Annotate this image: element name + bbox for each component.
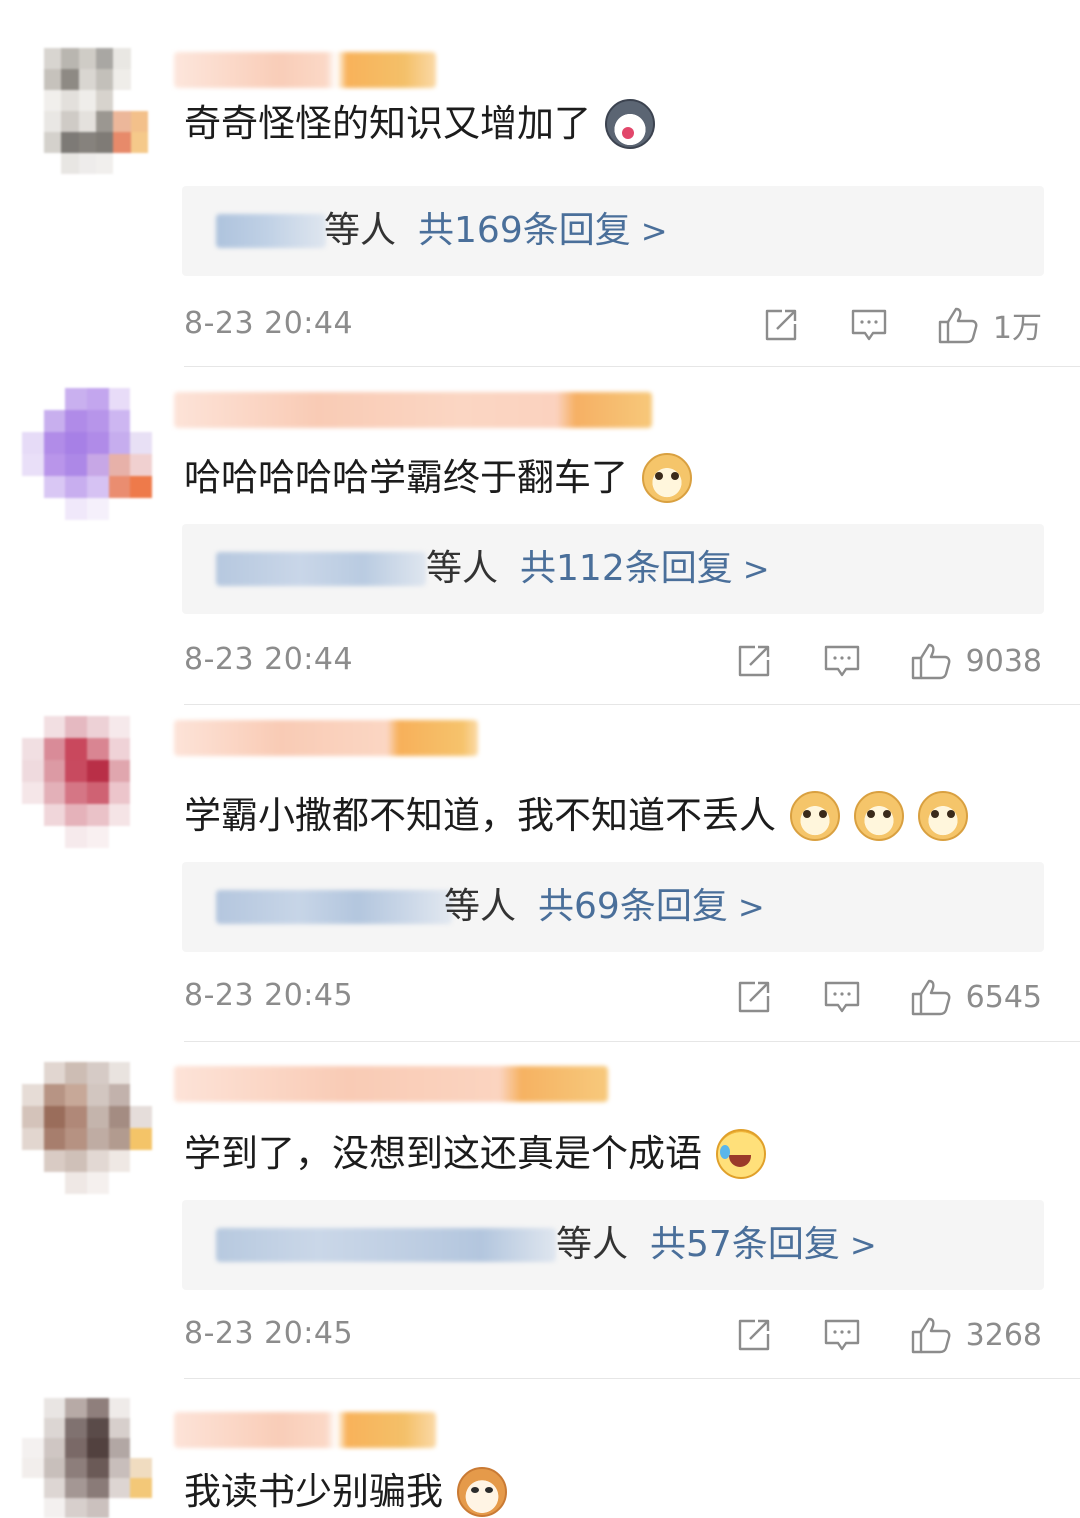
avatar[interactable] bbox=[22, 1398, 152, 1518]
comment-text: 学霸小撒都不知道，我不知道不丢人 bbox=[184, 790, 968, 842]
comment-meta: 8-23 20:45 bbox=[184, 972, 1042, 1022]
comment-icon bbox=[824, 1319, 859, 1351]
timestamp: 8-23 20:45 bbox=[184, 978, 354, 1013]
comment-text: 学到了，没想到这还真是个成语 bbox=[184, 1128, 766, 1180]
chevron-right-icon: > bbox=[849, 1226, 877, 1264]
comment-text: 我读书少别骗我 bbox=[184, 1466, 507, 1518]
timestamp: 8-23 20:45 bbox=[184, 1316, 354, 1351]
comment-body: 我读书少别骗我 bbox=[184, 1470, 443, 1513]
thumbs-up-icon bbox=[911, 979, 951, 1016]
view-replies-link[interactable]: 共69条回复 > bbox=[538, 884, 765, 930]
reply-preview[interactable]: 等人 共57条回复 > bbox=[182, 1200, 1044, 1290]
chevron-right-icon: > bbox=[640, 212, 668, 250]
username-blurred[interactable] bbox=[174, 1066, 608, 1102]
doge-emoji-icon bbox=[790, 791, 840, 841]
username-blurred[interactable] bbox=[174, 1412, 436, 1448]
reply-button[interactable] bbox=[822, 641, 862, 681]
comment-meta: 8-23 20:45 bbox=[184, 1310, 1042, 1360]
like-count: 1万 bbox=[992, 311, 1042, 346]
view-replies-link[interactable]: 共112条回复 > bbox=[520, 546, 770, 592]
avatar[interactable] bbox=[22, 1062, 152, 1194]
like-button[interactable]: 3268 bbox=[910, 1315, 1042, 1355]
like-count: 3268 bbox=[965, 1317, 1042, 1353]
avatar[interactable] bbox=[44, 48, 148, 174]
username-blurred[interactable] bbox=[174, 720, 478, 756]
username-blurred[interactable] bbox=[174, 392, 652, 428]
reply-names-blurred bbox=[216, 214, 326, 248]
divider bbox=[184, 366, 1080, 367]
like-button[interactable]: 6545 bbox=[910, 977, 1042, 1017]
divider bbox=[184, 1378, 1080, 1379]
comment-icon bbox=[824, 981, 859, 1013]
avatar[interactable] bbox=[22, 716, 152, 848]
like-button[interactable]: 1万 bbox=[937, 303, 1042, 347]
reply-preview[interactable]: 等人 共112条回复 > bbox=[182, 524, 1044, 614]
reply-who: 等人 bbox=[556, 1224, 629, 1265]
share-icon bbox=[738, 1319, 769, 1351]
timestamp: 8-23 20:44 bbox=[184, 642, 354, 677]
timestamp: 8-23 20:44 bbox=[184, 306, 354, 341]
share-button[interactable] bbox=[734, 1315, 774, 1355]
view-replies-link[interactable]: 共169条回复 > bbox=[418, 208, 668, 254]
reply-who: 等人 bbox=[324, 210, 397, 251]
comment-meta: 8-23 20:44 bbox=[184, 300, 1042, 350]
comment-text: 哈哈哈哈哈学霸终于翻车了 bbox=[184, 452, 692, 504]
comment-body: 奇奇怪怪的知识又增加了 bbox=[184, 102, 591, 145]
share-icon bbox=[765, 309, 797, 341]
doge-emoji-icon bbox=[854, 791, 904, 841]
thumbs-up-icon bbox=[911, 1317, 951, 1354]
reply-button[interactable] bbox=[849, 305, 889, 345]
reply-names-blurred bbox=[216, 552, 426, 586]
like-count: 9038 bbox=[965, 643, 1042, 679]
share-button[interactable] bbox=[734, 977, 774, 1017]
avatar[interactable] bbox=[22, 388, 152, 520]
chevron-right-icon: > bbox=[737, 888, 765, 926]
like-button[interactable]: 9038 bbox=[910, 641, 1042, 681]
share-icon bbox=[738, 645, 769, 677]
comment-meta: 8-23 20:44 bbox=[184, 636, 1042, 686]
share-icon bbox=[738, 981, 769, 1013]
reply-names-blurred bbox=[216, 890, 452, 924]
chevron-right-icon: > bbox=[742, 550, 770, 588]
username-blurred[interactable] bbox=[174, 52, 436, 88]
doge-emoji-icon bbox=[918, 791, 968, 841]
share-button[interactable] bbox=[734, 641, 774, 681]
laugh-cry-emoji-icon bbox=[716, 1129, 766, 1179]
reply-count: 共112条回复 bbox=[520, 548, 733, 589]
divider bbox=[184, 1041, 1080, 1042]
reply-count: 共69条回复 bbox=[538, 886, 728, 927]
reply-names-blurred bbox=[216, 1228, 556, 1262]
doge-emoji-icon bbox=[642, 453, 692, 503]
reply-preview[interactable]: 等人 共169条回复 > bbox=[182, 186, 1044, 276]
comment-icon bbox=[824, 645, 859, 677]
reply-who: 等人 bbox=[426, 548, 499, 589]
like-count: 6545 bbox=[965, 979, 1042, 1015]
reply-button[interactable] bbox=[822, 1315, 862, 1355]
view-replies-link[interactable]: 共57条回复 > bbox=[650, 1222, 877, 1268]
reply-button[interactable] bbox=[822, 977, 862, 1017]
divider bbox=[184, 704, 1080, 705]
comment-body: 学霸小撒都不知道，我不知道不丢人 bbox=[184, 794, 776, 837]
cat-emoji-icon bbox=[457, 1467, 507, 1517]
comment-body: 哈哈哈哈哈学霸终于翻车了 bbox=[184, 456, 628, 499]
reply-preview[interactable]: 等人 共69条回复 > bbox=[182, 862, 1044, 952]
thumbs-up-icon bbox=[911, 643, 951, 680]
comment-icon bbox=[851, 309, 887, 341]
thumbs-up-icon bbox=[938, 307, 978, 344]
reply-count: 共57条回复 bbox=[650, 1224, 840, 1265]
reply-who: 等人 bbox=[444, 886, 517, 927]
share-button[interactable] bbox=[761, 305, 801, 345]
comment-body: 学到了，没想到这还真是个成语 bbox=[184, 1132, 702, 1175]
reply-count: 共169条回复 bbox=[418, 210, 631, 251]
husky-emoji-icon bbox=[605, 99, 655, 149]
comment-text: 奇奇怪怪的知识又增加了 bbox=[184, 98, 655, 150]
